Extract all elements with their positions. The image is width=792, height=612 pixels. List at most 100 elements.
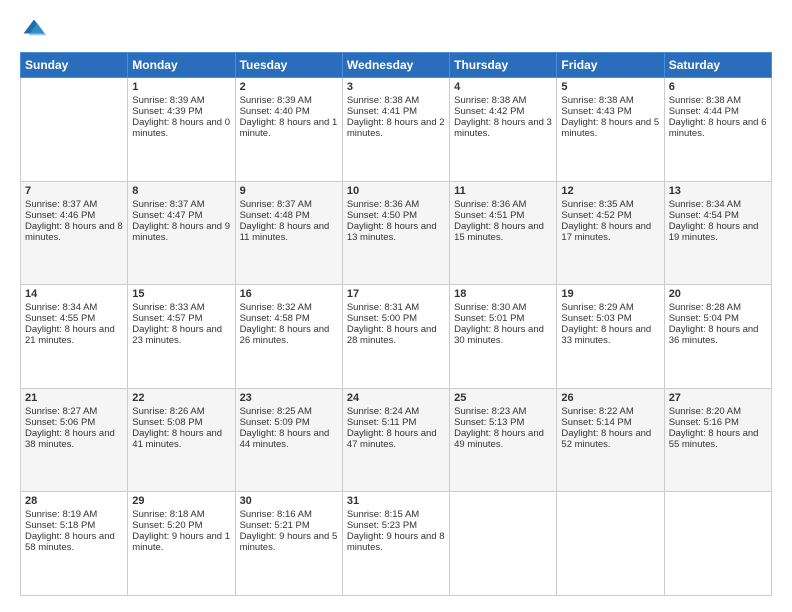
calendar-cell: 3Sunrise: 8:38 AMSunset: 4:41 PMDaylight… bbox=[342, 78, 449, 182]
logo-icon bbox=[20, 16, 48, 44]
calendar-cell: 27Sunrise: 8:20 AMSunset: 5:16 PMDayligh… bbox=[664, 388, 771, 492]
calendar-cell: 19Sunrise: 8:29 AMSunset: 5:03 PMDayligh… bbox=[557, 285, 664, 389]
sunrise-text: Sunrise: 8:28 AM bbox=[669, 302, 767, 313]
sunrise-text: Sunrise: 8:24 AM bbox=[347, 406, 445, 417]
sunset-text: Sunset: 4:42 PM bbox=[454, 106, 552, 117]
calendar-cell bbox=[664, 492, 771, 596]
day-number: 15 bbox=[132, 288, 230, 300]
sunrise-text: Sunrise: 8:22 AM bbox=[561, 406, 659, 417]
sunrise-text: Sunrise: 8:35 AM bbox=[561, 199, 659, 210]
day-number: 29 bbox=[132, 495, 230, 507]
sunset-text: Sunset: 5:18 PM bbox=[25, 520, 123, 531]
sunset-text: Sunset: 4:54 PM bbox=[669, 210, 767, 221]
calendar-cell: 11Sunrise: 8:36 AMSunset: 4:51 PMDayligh… bbox=[450, 181, 557, 285]
weekday-header: Monday bbox=[128, 53, 235, 78]
sunrise-text: Sunrise: 8:31 AM bbox=[347, 302, 445, 313]
day-number: 23 bbox=[240, 392, 338, 404]
daylight-text: Daylight: 8 hours and 47 minutes. bbox=[347, 428, 445, 450]
day-number: 4 bbox=[454, 81, 552, 93]
sunset-text: Sunset: 5:23 PM bbox=[347, 520, 445, 531]
sunset-text: Sunset: 5:06 PM bbox=[25, 417, 123, 428]
calendar-cell: 21Sunrise: 8:27 AMSunset: 5:06 PMDayligh… bbox=[21, 388, 128, 492]
weekday-header: Sunday bbox=[21, 53, 128, 78]
sunset-text: Sunset: 5:20 PM bbox=[132, 520, 230, 531]
sunrise-text: Sunrise: 8:38 AM bbox=[454, 95, 552, 106]
daylight-text: Daylight: 8 hours and 38 minutes. bbox=[25, 428, 123, 450]
day-number: 30 bbox=[240, 495, 338, 507]
calendar-cell: 25Sunrise: 8:23 AMSunset: 5:13 PMDayligh… bbox=[450, 388, 557, 492]
sunrise-text: Sunrise: 8:26 AM bbox=[132, 406, 230, 417]
calendar-cell: 20Sunrise: 8:28 AMSunset: 5:04 PMDayligh… bbox=[664, 285, 771, 389]
sunrise-text: Sunrise: 8:34 AM bbox=[25, 302, 123, 313]
sunset-text: Sunset: 5:14 PM bbox=[561, 417, 659, 428]
day-number: 11 bbox=[454, 185, 552, 197]
calendar-cell bbox=[557, 492, 664, 596]
daylight-text: Daylight: 8 hours and 55 minutes. bbox=[669, 428, 767, 450]
day-number: 7 bbox=[25, 185, 123, 197]
calendar-cell: 2Sunrise: 8:39 AMSunset: 4:40 PMDaylight… bbox=[235, 78, 342, 182]
sunrise-text: Sunrise: 8:39 AM bbox=[240, 95, 338, 106]
sunrise-text: Sunrise: 8:30 AM bbox=[454, 302, 552, 313]
daylight-text: Daylight: 8 hours and 28 minutes. bbox=[347, 324, 445, 346]
day-number: 13 bbox=[669, 185, 767, 197]
calendar-cell: 18Sunrise: 8:30 AMSunset: 5:01 PMDayligh… bbox=[450, 285, 557, 389]
sunset-text: Sunset: 5:08 PM bbox=[132, 417, 230, 428]
daylight-text: Daylight: 8 hours and 5 minutes. bbox=[561, 117, 659, 139]
weekday-header: Wednesday bbox=[342, 53, 449, 78]
sunset-text: Sunset: 4:51 PM bbox=[454, 210, 552, 221]
sunrise-text: Sunrise: 8:23 AM bbox=[454, 406, 552, 417]
weekday-header: Tuesday bbox=[235, 53, 342, 78]
sunrise-text: Sunrise: 8:16 AM bbox=[240, 509, 338, 520]
weekday-header: Friday bbox=[557, 53, 664, 78]
sunset-text: Sunset: 4:58 PM bbox=[240, 313, 338, 324]
daylight-text: Daylight: 8 hours and 1 minute. bbox=[240, 117, 338, 139]
calendar-cell: 23Sunrise: 8:25 AMSunset: 5:09 PMDayligh… bbox=[235, 388, 342, 492]
calendar-cell: 10Sunrise: 8:36 AMSunset: 4:50 PMDayligh… bbox=[342, 181, 449, 285]
day-number: 21 bbox=[25, 392, 123, 404]
weekday-header: Thursday bbox=[450, 53, 557, 78]
calendar-cell: 15Sunrise: 8:33 AMSunset: 4:57 PMDayligh… bbox=[128, 285, 235, 389]
sunset-text: Sunset: 5:13 PM bbox=[454, 417, 552, 428]
sunrise-text: Sunrise: 8:36 AM bbox=[454, 199, 552, 210]
sunset-text: Sunset: 4:47 PM bbox=[132, 210, 230, 221]
sunset-text: Sunset: 4:55 PM bbox=[25, 313, 123, 324]
daylight-text: Daylight: 8 hours and 17 minutes. bbox=[561, 221, 659, 243]
sunrise-text: Sunrise: 8:38 AM bbox=[669, 95, 767, 106]
day-number: 9 bbox=[240, 185, 338, 197]
day-number: 31 bbox=[347, 495, 445, 507]
page-header bbox=[20, 16, 772, 44]
calendar-cell: 26Sunrise: 8:22 AMSunset: 5:14 PMDayligh… bbox=[557, 388, 664, 492]
daylight-text: Daylight: 8 hours and 30 minutes. bbox=[454, 324, 552, 346]
sunset-text: Sunset: 5:04 PM bbox=[669, 313, 767, 324]
daylight-text: Daylight: 8 hours and 23 minutes. bbox=[132, 324, 230, 346]
calendar-cell: 7Sunrise: 8:37 AMSunset: 4:46 PMDaylight… bbox=[21, 181, 128, 285]
day-number: 14 bbox=[25, 288, 123, 300]
sunrise-text: Sunrise: 8:15 AM bbox=[347, 509, 445, 520]
calendar-cell: 31Sunrise: 8:15 AMSunset: 5:23 PMDayligh… bbox=[342, 492, 449, 596]
daylight-text: Daylight: 8 hours and 11 minutes. bbox=[240, 221, 338, 243]
calendar-cell: 1Sunrise: 8:39 AMSunset: 4:39 PMDaylight… bbox=[128, 78, 235, 182]
sunset-text: Sunset: 4:46 PM bbox=[25, 210, 123, 221]
sunset-text: Sunset: 4:48 PM bbox=[240, 210, 338, 221]
day-number: 24 bbox=[347, 392, 445, 404]
calendar-cell: 24Sunrise: 8:24 AMSunset: 5:11 PMDayligh… bbox=[342, 388, 449, 492]
sunset-text: Sunset: 5:21 PM bbox=[240, 520, 338, 531]
daylight-text: Daylight: 8 hours and 6 minutes. bbox=[669, 117, 767, 139]
daylight-text: Daylight: 8 hours and 49 minutes. bbox=[454, 428, 552, 450]
calendar-cell: 8Sunrise: 8:37 AMSunset: 4:47 PMDaylight… bbox=[128, 181, 235, 285]
sunset-text: Sunset: 5:16 PM bbox=[669, 417, 767, 428]
sunset-text: Sunset: 5:01 PM bbox=[454, 313, 552, 324]
day-number: 3 bbox=[347, 81, 445, 93]
daylight-text: Daylight: 9 hours and 1 minute. bbox=[132, 531, 230, 553]
sunrise-text: Sunrise: 8:38 AM bbox=[347, 95, 445, 106]
weekday-header: Saturday bbox=[664, 53, 771, 78]
sunset-text: Sunset: 4:50 PM bbox=[347, 210, 445, 221]
sunset-text: Sunset: 4:44 PM bbox=[669, 106, 767, 117]
daylight-text: Daylight: 8 hours and 52 minutes. bbox=[561, 428, 659, 450]
calendar-cell: 30Sunrise: 8:16 AMSunset: 5:21 PMDayligh… bbox=[235, 492, 342, 596]
daylight-text: Daylight: 8 hours and 2 minutes. bbox=[347, 117, 445, 139]
daylight-text: Daylight: 8 hours and 21 minutes. bbox=[25, 324, 123, 346]
sunset-text: Sunset: 4:40 PM bbox=[240, 106, 338, 117]
day-number: 6 bbox=[669, 81, 767, 93]
day-number: 22 bbox=[132, 392, 230, 404]
